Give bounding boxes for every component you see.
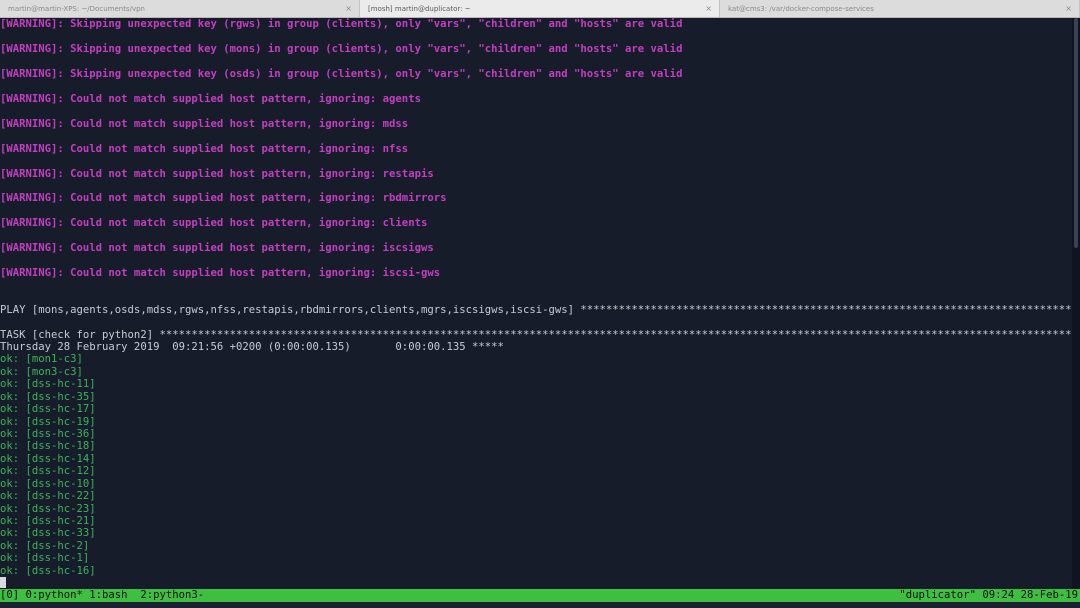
warning-line: [WARNING]: Could not match supplied host… — [0, 267, 441, 279]
ok-line: ok: [mon3-c3] — [0, 366, 83, 378]
ok-line: ok: [dss-hc-2] — [0, 540, 90, 552]
close-icon[interactable]: × — [345, 4, 352, 13]
tab-title: [mosh] martin@duplicator: ~ — [368, 4, 471, 13]
terminal-output[interactable]: [WARNING]: Skipping unexpected key (rgws… — [0, 18, 1072, 589]
warning-line: [WARNING]: Skipping unexpected key (rgws… — [0, 18, 683, 30]
ok-line: ok: [dss-hc-18] — [0, 440, 96, 452]
tmux-status-bar: [0] 0:python* 1:bash 2:python3- "duplica… — [0, 589, 1080, 602]
tmux-host-clock: "duplicator" 09:24 28-Feb-19 — [899, 589, 1078, 601]
close-icon[interactable]: × — [1065, 4, 1072, 13]
terminal-scrollbar[interactable] — [1072, 18, 1080, 589]
ok-line: ok: [dss-hc-23] — [0, 503, 96, 515]
ok-line: ok: [dss-hc-33] — [0, 527, 96, 539]
warning-line: [WARNING]: Could not match supplied host… — [0, 118, 409, 130]
close-icon[interactable]: × — [705, 4, 712, 13]
terminal-tab-bar: martin@martin-XPS: ~/Documents/vpn × [mo… — [0, 0, 1080, 18]
warning-line: [WARNING]: Could not match supplied host… — [0, 93, 421, 105]
ok-line: ok: [dss-hc-35] — [0, 391, 96, 403]
ok-line: ok: [dss-hc-36] — [0, 428, 96, 440]
tab-title: martin@martin-XPS: ~/Documents/vpn — [8, 4, 145, 13]
ok-line: ok: [mon1-c3] — [0, 353, 83, 365]
warning-line: [WARNING]: Could not match supplied host… — [0, 242, 434, 254]
warning-line: [WARNING]: Could not match supplied host… — [0, 143, 409, 155]
ok-line: ok: [dss-hc-14] — [0, 453, 96, 465]
ok-line: ok: [dss-hc-19] — [0, 416, 96, 428]
tab-cms3[interactable]: kat@cms3: /var/docker-compose-services × — [720, 0, 1080, 17]
tab-title: kat@cms3: /var/docker-compose-services — [728, 4, 874, 13]
warning-line: [WARNING]: Skipping unexpected key (osds… — [0, 68, 683, 80]
tab-duplicator[interactable]: [mosh] martin@duplicator: ~ × — [360, 0, 720, 17]
ok-line: ok: [dss-hc-22] — [0, 490, 96, 502]
tab-martin-xps[interactable]: martin@martin-XPS: ~/Documents/vpn × — [0, 0, 360, 17]
ok-line: ok: [dss-hc-21] — [0, 515, 96, 527]
terminal-cursor — [0, 577, 6, 588]
task-header-line: TASK [check for python2] ***************… — [0, 329, 1072, 341]
ok-line: ok: [dss-hc-12] — [0, 465, 96, 477]
warning-line: [WARNING]: Could not match supplied host… — [0, 192, 447, 204]
play-header-line: PLAY [mons,agents,osds,mdss,rgws,nfss,re… — [0, 304, 1072, 316]
warning-line: [WARNING]: Skipping unexpected key (mons… — [0, 43, 683, 55]
warning-line: [WARNING]: Could not match supplied host… — [0, 168, 434, 180]
tmux-window-list[interactable]: [0] 0:python* 1:bash 2:python3- — [0, 589, 204, 602]
ok-line: ok: [dss-hc-10] — [0, 478, 96, 490]
task-timestamp-line: Thursday 28 February 2019 09:21:56 +0200… — [0, 341, 504, 353]
window-bottom-edge — [0, 602, 1080, 608]
ok-line: ok: [dss-hc-1] — [0, 552, 90, 564]
scrollbar-thumb[interactable] — [1074, 18, 1078, 248]
ok-line: ok: [dss-hc-16] — [0, 565, 96, 577]
ok-line: ok: [dss-hc-11] — [0, 378, 96, 390]
warning-line: [WARNING]: Could not match supplied host… — [0, 217, 428, 229]
ok-line: ok: [dss-hc-17] — [0, 403, 96, 415]
